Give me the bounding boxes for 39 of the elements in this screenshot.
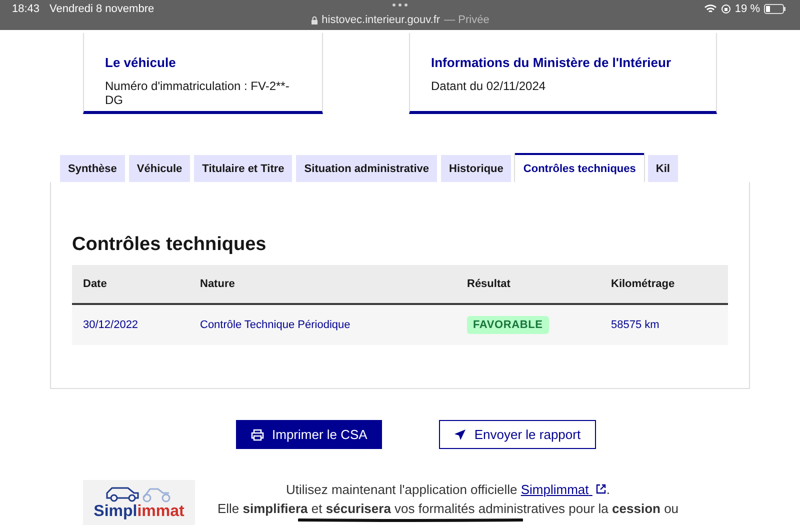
description-text: Elle simplifiera et sécurisera vos formalités administratives pour la cession ou — [216, 500, 680, 518]
card-text: Datant du 02/11/2024 — [431, 79, 547, 93]
table-cell: 58575 km — [600, 304, 728, 345]
clock-time: 18:43 — [12, 3, 40, 15]
tab[interactable]: Synthèse — [60, 155, 125, 182]
logo-text: Simplimmat — [94, 503, 184, 521]
column-header: Kilométrage — [600, 265, 728, 304]
private-label: — Privée — [444, 14, 490, 26]
tab[interactable]: Contrôles techniques — [515, 153, 644, 182]
table-cell: Contrôle Technique Périodique — [189, 304, 456, 345]
tab[interactable]: Kil — [648, 155, 678, 182]
battery-icon — [764, 4, 786, 14]
card-title: Le véhicule — [105, 55, 177, 70]
column-header: Résultat — [456, 265, 600, 304]
column-header: Date — [72, 265, 189, 304]
tab[interactable]: Véhicule — [128, 155, 190, 182]
intro-sentence: Utilisez maintenant l'application officielle Simplimmat . — [284, 481, 612, 499]
battery-percent: 19 % — [734, 3, 760, 15]
print-button[interactable]: Imprimer le CSA — [236, 420, 382, 449]
printer-icon — [251, 428, 264, 440]
simplimmat-link[interactable]: Simplimmat — [520, 482, 606, 497]
more-dots-icon[interactable] — [392, 2, 408, 8]
tab[interactable]: Historique — [441, 155, 512, 182]
wifi-icon — [704, 4, 717, 14]
date-text: Vendredi 8 novembre — [50, 3, 154, 15]
send-arrow-icon — [454, 428, 466, 440]
tab[interactable]: Situation administrative — [296, 155, 437, 182]
external-link-icon — [596, 484, 606, 494]
card-title: Informations du Ministère de l'Intérieur — [431, 55, 672, 70]
table-cell: 30/12/2022 — [72, 304, 189, 345]
url-text[interactable]: histovec.interieur.gouv.fr — [322, 14, 440, 26]
lock-icon — [310, 16, 318, 24]
tab[interactable]: Titulaire et Titre — [194, 155, 292, 182]
orientation-lock-icon — [720, 4, 731, 14]
send-button[interactable]: Envoyer le rapport — [439, 420, 596, 449]
section-title: Contrôles techniques — [72, 234, 268, 256]
result-badge: FAVORABLE — [467, 316, 549, 334]
card-text: Numéro d'immatriculation : FV-2**-DG — [105, 79, 290, 107]
column-header: Nature — [189, 265, 456, 304]
